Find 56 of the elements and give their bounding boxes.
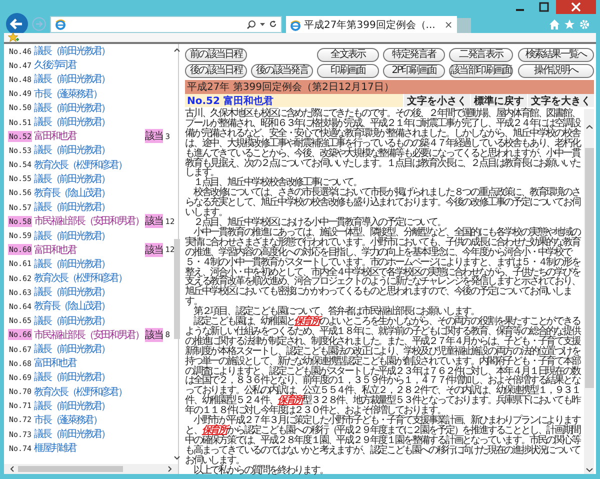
speaker-link[interactable]: 市民福祉部長（安田和男君） xyxy=(34,214,144,228)
speaker-link[interactable]: 議長（前田光教君） xyxy=(34,285,110,300)
meeting-title: 平成27年 第399回定例会（第2日12月17日） xyxy=(185,80,594,94)
nav-button[interactable]: 印刷画面 xyxy=(317,64,379,78)
speaker-link[interactable]: 教育次長（松野和彦君） xyxy=(34,158,126,172)
speaker-link[interactable]: 議長（前田光教君） xyxy=(34,427,110,442)
speech-paragraph: ２点目、旭丘中学校区における小中一貫教育導入の予定について。 xyxy=(192,218,446,228)
speaker-link[interactable]: 市長（蓬萊務君） xyxy=(34,412,102,427)
speaker-link[interactable]: 議長（前田光教君） xyxy=(34,72,110,86)
speaker-link[interactable]: 議長（前田光教君） xyxy=(34,200,110,214)
nav-button[interactable]: 操作説明へ xyxy=(518,64,594,78)
speaker-link[interactable]: 富田和也君 xyxy=(34,242,76,257)
tab-close-button[interactable]: × xyxy=(444,20,453,30)
speaker-link[interactable]: 議長（前田光教君） xyxy=(34,44,110,58)
speaker-link[interactable]: 教育長（陰山茂君） xyxy=(34,186,110,200)
match-badge: 該当 xyxy=(145,328,164,342)
speaker-link[interactable]: 教育次長（松野和彦君） xyxy=(34,271,126,286)
nav-button[interactable]: 該当部印刷画面 xyxy=(449,64,513,78)
match-badge: 該当 xyxy=(145,242,164,257)
nav-button[interactable]: 二発言表示 xyxy=(449,48,513,62)
speaker-link[interactable]: 榧屋邦雄君 xyxy=(34,441,76,456)
speech-paragraph: 校舎改修については、さきの市長選挙において市長が掲げられました８つの重点政策に、教育環境のさらなる充実として、旭丘中学校の校舎改修も盛り込まれております。今後の改修工事の予定についてお伺いします。 xyxy=(185,188,581,218)
nav-button[interactable]: 2P印刷画面 xyxy=(383,64,445,78)
speaker-link[interactable]: 議長（前田光教君） xyxy=(34,314,110,328)
match-badge: 該当 xyxy=(145,129,164,144)
speaker-link[interactable]: 議長（前田光教君） xyxy=(34,398,110,413)
tab-title: 平成27年第399回定例会（... xyxy=(304,18,436,32)
font-size-button[interactable]: 文字を大きく xyxy=(527,94,594,107)
speaker-link[interactable]: 教育次長（松野和彦君） xyxy=(34,384,126,399)
speaker-heading: No.52 富田和也君 xyxy=(186,94,274,108)
speech-paragraph: 以上で私からの質問を終わります。 xyxy=(192,466,329,476)
nav-button[interactable]: 後の該当日程 xyxy=(185,64,247,78)
speaker-link[interactable]: 議長（前田光教君） xyxy=(34,100,110,115)
speaker-link[interactable]: 議長（前田光教君） xyxy=(34,228,110,243)
nav-button[interactable]: 後の該当発言 xyxy=(251,64,313,78)
speaker-link[interactable]: 議長（前田光教君） xyxy=(34,143,110,158)
browser-tab[interactable]: 平成27年第399回定例会（... × xyxy=(286,16,457,34)
speaker-link[interactable]: 議長（前田光教君） xyxy=(34,342,110,356)
speaker-link[interactable]: 議長（前田光教君） xyxy=(34,256,110,271)
speaker-link[interactable]: 議長（前田光教君） xyxy=(34,115,110,130)
speaker-link[interactable]: 議長（前田光教君） xyxy=(34,370,110,384)
nav-button[interactable]: 前の該当日程 xyxy=(185,48,247,62)
speaker-link[interactable]: 富田和也君 xyxy=(34,356,76,370)
speaker-link[interactable]: 富田和也君 xyxy=(34,129,76,144)
speaker-link[interactable]: 市長（蓬萊務君） xyxy=(34,86,102,101)
nav-button[interactable]: 特定発言者 xyxy=(383,48,445,62)
font-size-button[interactable]: 標準に戻す xyxy=(470,94,527,107)
match-badge: 該当 xyxy=(145,214,164,228)
speaker-link[interactable]: 教育長（陰山茂君） xyxy=(34,299,110,314)
speech-paragraph: 小野市が平成２７年３月に策定した小野市子ども・子育て支援事業計画、新ひまわりプランによりますと、保育所から認定こども園への移行（平成２９年度までに２園を予定）を推進することとし、計画期間中の確保方策では、平成２８年度１園、平成２９年度１園を整備する計画となっています。市民の関心等も高まってきているのではないかと考えますが、認定こども園への移行に向けた現在の進捗状況についてお伺いします。 xyxy=(185,416,581,466)
speaker-link[interactable]: 市民福祉部長（安田和男君） xyxy=(34,328,144,342)
nav-button[interactable]: 全文表示 xyxy=(317,48,379,62)
speaker-link[interactable]: 議長（前田光教君） xyxy=(34,172,110,186)
nav-button[interactable]: 検索結果一覧へ xyxy=(518,48,594,62)
speaker-link[interactable]: 久後淳司君 xyxy=(34,58,76,72)
font-size-button[interactable]: 文字を小さく xyxy=(403,94,470,107)
